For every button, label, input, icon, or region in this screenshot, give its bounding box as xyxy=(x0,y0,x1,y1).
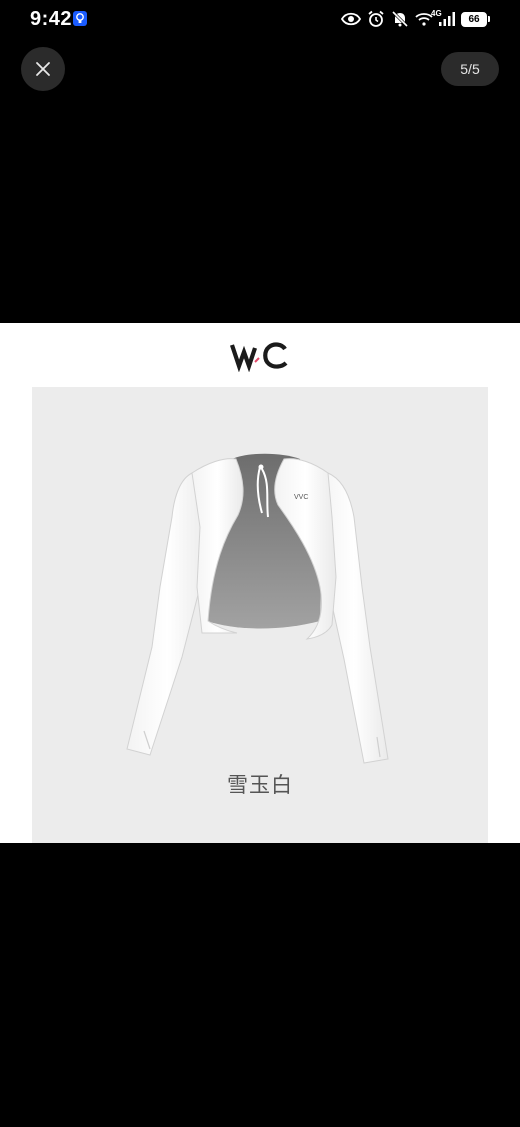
close-button[interactable] xyxy=(21,47,65,91)
color-name-label: 雪玉白 xyxy=(227,773,293,797)
mute-icon xyxy=(391,10,409,28)
battery-level: 66 xyxy=(461,11,487,27)
status-icons: 66 xyxy=(341,9,490,29)
brand-logo xyxy=(230,342,288,372)
product-photo: VVC 雪玉白 xyxy=(32,387,488,843)
alarm-icon xyxy=(367,10,385,28)
svg-text:VVC: VVC xyxy=(294,494,308,501)
close-icon xyxy=(36,62,50,76)
page-counter: 5/5 xyxy=(441,52,499,86)
hint-icon xyxy=(73,11,87,26)
signal-icon xyxy=(439,12,455,26)
wifi-icon xyxy=(415,12,433,26)
product-image[interactable]: VVC 雪玉白 xyxy=(0,323,520,843)
eye-icon xyxy=(341,12,361,26)
status-bar: 9:42 4G 66 xyxy=(0,0,520,38)
status-time: 9:42 xyxy=(30,8,73,30)
battery-icon: 66 xyxy=(461,11,490,27)
